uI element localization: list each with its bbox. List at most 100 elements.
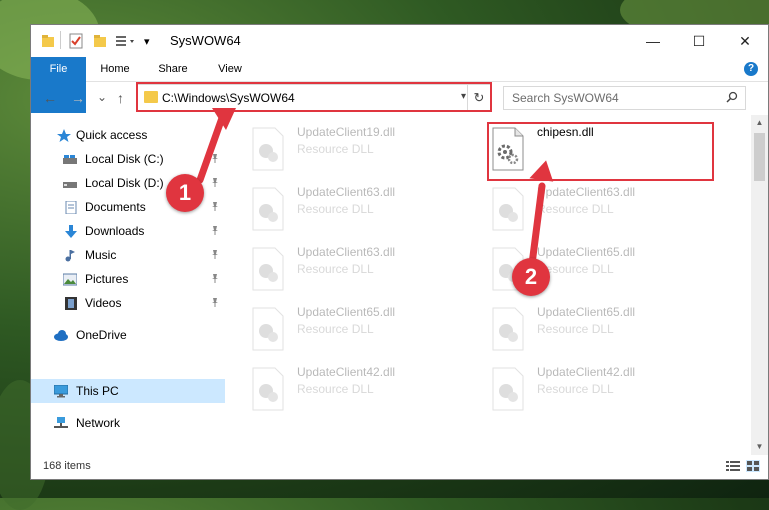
drive-icon [63, 154, 77, 164]
pin-icon[interactable] [210, 297, 220, 310]
sidebar-item-label: Documents [85, 200, 146, 214]
file-name: UpdateClient63.dll [297, 245, 396, 259]
search-input[interactable]: Search SysWOW64 [512, 91, 619, 105]
sidebar-item-label: Downloads [85, 224, 145, 238]
minimize-button[interactable]: — [630, 25, 676, 57]
title-bar: ▾ SysWOW64 — ☐ ✕ [31, 25, 768, 57]
file-type: Resource DLL [537, 322, 614, 336]
file-type: Resource DLL [297, 262, 374, 276]
sidebar-item-label: This PC [76, 384, 119, 398]
file-explorer-window: ▾ SysWOW64 — ☐ ✕ File Home Share View ? … [30, 24, 769, 480]
file-name: UpdateClient42.dll [537, 365, 636, 379]
file-type: Resource DLL [297, 202, 374, 216]
list-item[interactable]: UpdateClient63.dll Resource DLL [491, 183, 711, 239]
dll-file-icon [252, 127, 284, 171]
sidebar-item-downloads[interactable]: Downloads [31, 219, 225, 243]
pin-icon[interactable] [210, 153, 220, 166]
sidebar-item-videos[interactable]: Videos [31, 291, 225, 315]
file-highlight [487, 122, 714, 181]
sidebar-item-local-disk-c[interactable]: Local Disk (C:) [31, 147, 225, 171]
close-button[interactable]: ✕ [722, 25, 768, 57]
dll-file-icon [252, 307, 284, 351]
music-note-icon [65, 249, 75, 261]
file-type: Resource DLL [537, 202, 614, 216]
back-button[interactable]: ← [43, 90, 57, 106]
drive-icon [63, 181, 77, 188]
pin-icon[interactable] [210, 201, 220, 214]
file-name: UpdateClient19.dll [297, 125, 396, 139]
ribbon: File Home Share View ? [31, 57, 768, 113]
sidebar-item-label: Local Disk (C:) [85, 152, 164, 166]
dll-file-icon [252, 187, 284, 231]
file-type: Resource DLL [297, 142, 374, 156]
download-arrow-icon [65, 224, 77, 238]
status-bar: 168 items [31, 453, 768, 479]
sidebar-item-onedrive[interactable]: OneDrive [31, 323, 225, 347]
pin-icon[interactable] [210, 225, 220, 238]
scroll-thumb[interactable] [754, 133, 765, 181]
dll-file-icon [492, 187, 524, 231]
film-icon [65, 296, 77, 310]
address-bar-highlight [136, 82, 492, 112]
list-item[interactable]: UpdateClient63.dll Resource DLL [251, 183, 471, 239]
list-item[interactable]: UpdateClient65.dll Resource DLL [491, 303, 711, 359]
pictures-icon [63, 273, 77, 285]
tab-share[interactable]: Share [151, 57, 195, 81]
callout-1: 1 [166, 174, 204, 212]
new-folder-icon[interactable] [93, 33, 107, 49]
pin-icon[interactable] [210, 249, 220, 262]
file-type: Resource DLL [537, 382, 614, 396]
list-item[interactable]: UpdateClient65.dll Resource DLL [251, 303, 471, 359]
list-item[interactable]: UpdateClient19.dll Resource DLL [251, 123, 471, 179]
list-item[interactable]: UpdateClient42.dll Resource DLL [491, 363, 711, 419]
callout-2: 2 [512, 258, 550, 296]
help-icon[interactable]: ? [744, 62, 758, 76]
file-name: UpdateClient65.dll [537, 305, 636, 319]
folder-icon [41, 33, 55, 49]
window-title: SysWOW64 [170, 33, 241, 48]
pin-icon[interactable] [210, 177, 220, 190]
sidebar-item-this-pc[interactable]: This PC [31, 379, 225, 403]
list-item[interactable]: UpdateClient63.dll Resource DLL [251, 243, 471, 299]
item-count: 168 items [43, 460, 91, 472]
file-type: Resource DLL [297, 382, 374, 396]
sidebar-item-music[interactable]: Music [31, 243, 225, 267]
dropdown-chevron-icon[interactable]: ▾ [144, 33, 150, 49]
documents-icon [65, 200, 77, 214]
qa-divider [60, 31, 61, 49]
dll-file-icon [252, 367, 284, 411]
monitor-icon [54, 384, 68, 397]
star-icon [57, 128, 71, 142]
up-button[interactable]: ↑ [117, 90, 124, 106]
forward-button[interactable]: → [71, 90, 85, 106]
network-icon [54, 416, 68, 428]
sidebar-item-label: Quick access [76, 128, 148, 142]
sidebar-item-network[interactable]: Network [31, 411, 225, 435]
cloud-icon [54, 329, 68, 341]
file-name: UpdateClient42.dll [297, 365, 396, 379]
search-box[interactable]: Search SysWOW64 [503, 86, 746, 110]
details-view-icon[interactable] [726, 460, 740, 472]
sidebar-item-pictures[interactable]: Pictures [31, 267, 225, 291]
sidebar-item-label: OneDrive [76, 328, 127, 342]
sidebar-item-label: Music [85, 248, 117, 262]
file-type: Resource DLL [297, 322, 374, 336]
file-name: UpdateClient65.dll [297, 305, 396, 319]
maximize-button[interactable]: ☐ [676, 25, 722, 57]
dll-file-icon [252, 247, 284, 291]
sidebar-item-label: Pictures [85, 272, 129, 286]
dll-file-icon [492, 307, 524, 351]
magnifier-icon [726, 91, 738, 106]
tab-view[interactable]: View [208, 57, 252, 81]
scroll-up-icon[interactable]: ▲ [751, 115, 768, 131]
file-name: UpdateClient63.dll [537, 185, 636, 199]
properties-checkmark-icon[interactable] [68, 33, 84, 49]
list-item[interactable]: UpdateClient42.dll Resource DLL [251, 363, 471, 419]
large-icons-view-icon[interactable] [746, 460, 760, 472]
recent-locations-button[interactable]: ⌄ [97, 90, 107, 104]
customize-toolbar-icon[interactable] [115, 33, 141, 49]
vertical-scrollbar[interactable]: ▲ ▼ [751, 115, 768, 455]
sidebar-item-quick-access[interactable]: Quick access [31, 123, 225, 147]
pin-icon[interactable] [210, 273, 220, 286]
tab-home[interactable]: Home [93, 57, 137, 81]
